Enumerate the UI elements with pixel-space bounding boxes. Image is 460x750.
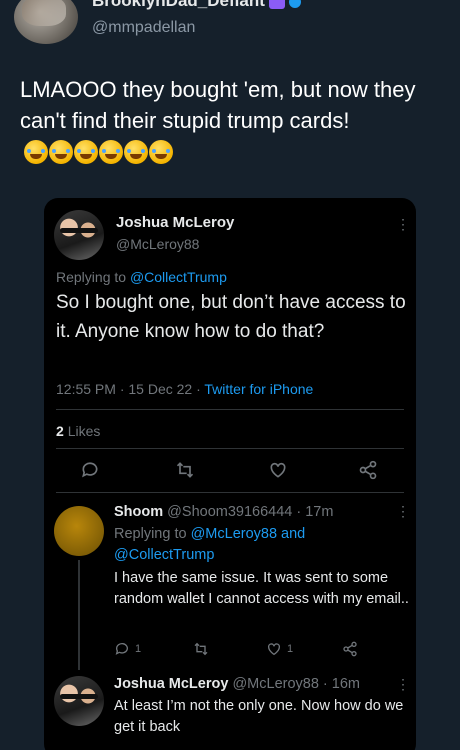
outer-name-text: BrooklynDad_Defiant (92, 0, 265, 10)
reply2-header: Joshua McLeroy @McLeroy88 · 16m (114, 676, 360, 692)
main-tweet-text: So I bought one, but don’t have access t… (56, 292, 406, 342)
divider (56, 448, 404, 449)
outer-handle[interactable]: @mmpadellan (92, 19, 195, 37)
thread-line (78, 560, 80, 670)
outer-display-name[interactable]: BrooklynDad_Defiant (92, 0, 301, 11)
more-icon[interactable]: ⋮ (396, 503, 410, 520)
reply-name[interactable]: Shoom (114, 504, 163, 520)
reply2-avatar[interactable] (54, 676, 104, 726)
replying-label: Replying to (114, 526, 187, 542)
outer-tweet-text: LMAOOO they bought 'em, but now they can… (20, 74, 440, 169)
reply2-text: At least I’m not the only one. Now how d… (114, 698, 404, 735)
rofl-emoji-icon (49, 139, 73, 164)
retweet-icon[interactable] (174, 460, 198, 484)
verified-icon (288, 0, 301, 8)
reply-handle-time[interactable]: @Shoom39166444 · 17m (167, 504, 333, 520)
main-tweet-replying: Replying to @CollectTrump (56, 269, 227, 285)
main-tweet-handle[interactable]: @McLeroy88 (116, 236, 199, 252)
rofl-emoji-icon (24, 139, 48, 164)
share-icon[interactable] (342, 640, 358, 658)
replying-to-link[interactable]: @CollectTrump (130, 269, 227, 285)
rofl-emoji-icon (99, 139, 123, 164)
more-icon[interactable]: ⋮ (396, 216, 410, 233)
reply-icon[interactable] (80, 460, 104, 484)
rofl-emoji-icon (149, 139, 173, 164)
main-tweet-avatar[interactable] (54, 210, 104, 260)
reply-avatar[interactable] (54, 506, 104, 556)
divider (56, 492, 404, 493)
like-count: 1 (287, 643, 294, 655)
tweet-source-link[interactable]: Twitter for iPhone (204, 381, 313, 397)
like-button[interactable]: 1 (266, 640, 293, 658)
rofl-emoji-icon (74, 139, 98, 164)
reply-button[interactable]: 1 (114, 640, 141, 658)
rofl-emoji-icon (124, 139, 148, 164)
likes-label: Likes (67, 423, 101, 439)
divider (56, 409, 404, 410)
reply2-name[interactable]: Joshua McLeroy (114, 676, 228, 692)
reply-actions: 1 1 (114, 640, 404, 660)
likes-count[interactable]: 2 Likes (56, 423, 100, 439)
reply-count: 1 (135, 643, 142, 655)
main-tweet-name[interactable]: Joshua McLeroy (116, 214, 234, 231)
share-icon[interactable] (358, 460, 382, 484)
reply-replying: Replying to @McLeroy88 and @CollectTrump (114, 524, 384, 566)
outer-avatar[interactable] (14, 0, 78, 44)
embedded-tweet-card: Joshua McLeroy @McLeroy88 ⋮ Replying to … (44, 198, 416, 750)
main-tweet-actions (44, 460, 416, 484)
reply2-handle-time[interactable]: @McLeroy88 · 16m (232, 676, 360, 692)
reply-header: Shoom @Shoom39166444 · 17m (114, 504, 333, 520)
outer-tweet-body: LMAOOO they bought 'em, but now they can… (20, 77, 416, 133)
badge-icon (268, 0, 285, 9)
retweet-icon[interactable] (192, 640, 210, 658)
reply-text: I have the same issue. It was sent to so… (114, 570, 409, 607)
like-icon[interactable] (268, 460, 292, 484)
emoji-row (24, 138, 174, 169)
main-tweet-meta: 12:55 PM · 15 Dec 22 · Twitter for iPhon… (56, 381, 313, 397)
tweet-timestamp[interactable]: 12:55 PM · 15 Dec 22 · (56, 381, 204, 397)
likes-number: 2 (56, 423, 64, 439)
replying-label: Replying to (56, 269, 127, 285)
more-icon[interactable]: ⋮ (396, 676, 410, 693)
